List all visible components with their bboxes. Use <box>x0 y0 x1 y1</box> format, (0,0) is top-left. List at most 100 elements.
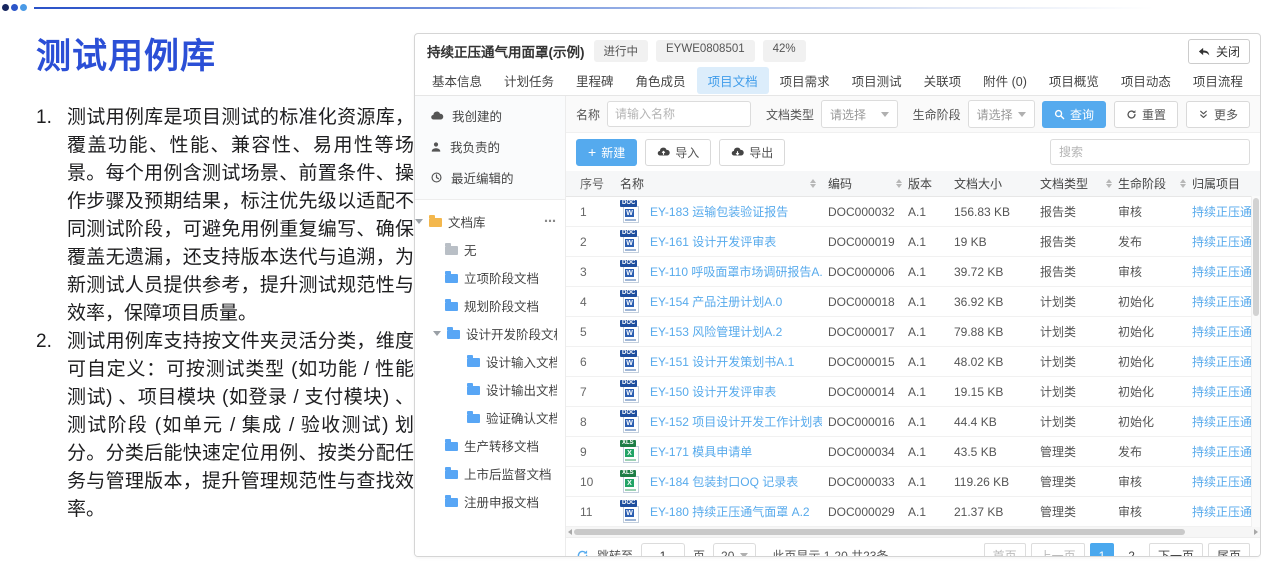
document-name-link[interactable]: EY-161 设计开发评审表 <box>650 233 776 250</box>
tab-active[interactable]: 项目文档 <box>696 67 769 94</box>
sort-icon[interactable] <box>1180 179 1186 188</box>
document-name-link[interactable]: EY-150 设计开发评审表 <box>650 383 776 400</box>
size-cell: 19.15 KB <box>954 384 1004 399</box>
tree-item[interactable]: 设计输出文档 <box>415 375 565 403</box>
pager-button-2[interactable]: 2 <box>1119 543 1144 556</box>
export-button[interactable]: 导出 <box>719 138 786 166</box>
project-link[interactable]: 持续正压通气用面罩(示例) <box>1192 293 1260 310</box>
document-name-link[interactable]: EY-180 持续正压通气面罩 A.2 <box>650 503 810 520</box>
table-header: 序号 名称 编码 版本 文档大小 文档类型 生命阶段 归属项目 <box>566 171 1260 197</box>
column-header[interactable]: 生命阶段 <box>1118 175 1192 192</box>
column-header[interactable]: 文档类型 <box>1040 175 1118 192</box>
project-link[interactable]: 持续正压通气用面罩(示例) <box>1192 263 1260 280</box>
history-icon <box>430 171 443 184</box>
caret-down-icon[interactable] <box>433 330 441 336</box>
lifecycle-select[interactable]: 请选择 <box>967 100 1035 128</box>
tree-item[interactable]: 文档库 ⋯ <box>415 207 565 235</box>
name-filter-input[interactable] <box>607 101 752 127</box>
tab-item[interactable]: 计划任务 <box>493 67 565 94</box>
document-name-link[interactable]: EY-171 模具申请单 <box>650 443 752 460</box>
more-filters-label: 更多 <box>1213 107 1238 122</box>
tab-item[interactable]: 项目流程 <box>1182 67 1254 94</box>
search-button[interactable]: 查询 <box>1041 100 1106 128</box>
folder-icon <box>445 466 458 479</box>
column-header[interactable]: 名称 <box>620 175 828 192</box>
import-button[interactable]: 导入 <box>645 138 712 166</box>
caret-down-icon[interactable] <box>415 218 423 224</box>
more-filters-button[interactable]: 更多 <box>1185 100 1250 128</box>
horizontal-scrollbar-thumb[interactable] <box>574 529 1185 535</box>
tab-item[interactable]: 里程碑 <box>565 67 625 94</box>
tab-item[interactable]: 项目概览 <box>1038 67 1110 94</box>
tab-item[interactable]: 角色成员 <box>625 67 697 94</box>
jump-page-input[interactable] <box>641 542 686 556</box>
tree-item[interactable]: 上市后监督文档 <box>415 459 565 487</box>
refresh-list-icon[interactable] <box>576 549 589 556</box>
document-name-link[interactable]: EY-153 风险管理计划A.2 <box>650 323 782 340</box>
document-name-link[interactable]: EY-110 呼吸面罩市场调研报告A.1 <box>650 263 822 280</box>
file-type-badge: DOC <box>620 380 638 387</box>
code-cell: DOC000033 <box>828 474 895 489</box>
project-link[interactable]: 持续正压通气用面罩(示例) <box>1192 203 1260 220</box>
tree-item[interactable]: 立项阶段文档 <box>415 263 565 291</box>
sort-icon[interactable] <box>810 179 816 188</box>
sidebar-quick-item[interactable]: 最近编辑的 <box>415 162 565 193</box>
tree-item[interactable]: 无 <box>415 235 565 263</box>
project-link[interactable]: 持续正压通气用面罩(示例) <box>1192 413 1260 430</box>
new-document-button[interactable]: + 新建 <box>576 138 638 166</box>
tab-item[interactable]: 关联项 <box>913 67 973 94</box>
tab-item[interactable]: 基本信息 <box>421 67 493 94</box>
tree-item[interactable]: 设计开发阶段文档 <box>415 319 565 347</box>
tree-item[interactable]: 设计输入文档 <box>415 347 565 375</box>
project-cell: 持续正压通气用面罩(示例) <box>1192 473 1260 490</box>
vertical-scrollbar[interactable] <box>1251 196 1260 527</box>
table-search-input[interactable] <box>1050 139 1250 165</box>
tree-item[interactable]: 验证确认文档 <box>415 403 565 431</box>
project-link[interactable]: 持续正压通气用面罩(示例) <box>1192 383 1260 400</box>
pager-button-尾页[interactable]: 尾页 <box>1207 543 1250 556</box>
pager-button-下一页[interactable]: 下一页 <box>1148 543 1203 556</box>
tab-item[interactable]: 项目需求 <box>769 67 841 94</box>
tree-item-label: 设计开发阶段文档 <box>466 327 557 342</box>
project-link[interactable]: 持续正压通气用面罩(示例) <box>1192 443 1260 460</box>
project-link[interactable]: 持续正压通气用面罩(示例) <box>1192 473 1260 490</box>
name-cell: DOC W EY-151 设计开发策划书A.1 <box>620 350 828 373</box>
project-link[interactable]: 持续正压通气用面罩(示例) <box>1192 233 1260 250</box>
horizontal-scrollbar[interactable] <box>566 527 1260 537</box>
doctype-select[interactable]: 请选择 <box>821 100 898 128</box>
excel-file-icon: XLS X <box>620 440 643 463</box>
close-button[interactable]: 关闭 <box>1187 38 1250 64</box>
document-name-link[interactable]: EY-151 设计开发策划书A.1 <box>650 353 794 370</box>
tree-item[interactable]: 生产转移文档 <box>415 431 565 459</box>
tree-item[interactable]: 注册申报文档 <box>415 487 565 515</box>
document-name-link[interactable]: EY-183 运输包装验证报告 <box>650 203 788 220</box>
scroll-left-arrow-icon[interactable] <box>568 529 572 535</box>
sort-icon[interactable] <box>896 179 902 188</box>
document-name-link[interactable]: EY-152 项目设计开发工作计划表A.1 <box>650 413 822 430</box>
excel-file-icon: XLS X <box>620 470 643 493</box>
code-cell: DOC000019 <box>828 234 895 249</box>
tab-item[interactable]: 市场需求 <box>1254 67 1260 94</box>
scroll-right-arrow-icon[interactable] <box>1254 529 1258 535</box>
project-link[interactable]: 持续正压通气用面罩(示例) <box>1192 353 1260 370</box>
project-cell: 持续正压通气用面罩(示例) <box>1192 443 1260 460</box>
project-link[interactable]: 持续正压通气用面罩(示例) <box>1192 503 1260 520</box>
column-header[interactable]: 编码 <box>828 175 908 192</box>
sidebar-quick-item[interactable]: 我负责的 <box>415 131 565 162</box>
tree-item[interactable]: 规划阶段文档 <box>415 291 565 319</box>
vertical-scrollbar-thumb[interactable] <box>1253 198 1259 316</box>
file-app-letter: W <box>625 299 634 308</box>
sort-icon[interactable] <box>1106 179 1112 188</box>
tab-item[interactable]: 附件 (0) <box>972 67 1038 94</box>
document-name-link[interactable]: EY-154 产品注册计划A.0 <box>650 293 782 310</box>
document-name-link[interactable]: EY-184 包装封口OQ 记录表 <box>650 473 798 490</box>
reset-button[interactable]: 重置 <box>1113 100 1178 128</box>
page-size-select[interactable]: 20 <box>713 542 757 556</box>
tab-item[interactable]: 项目动态 <box>1110 67 1182 94</box>
sidebar-quick-item[interactable]: 我创建的 <box>415 100 565 131</box>
tab-item[interactable]: 项目测试 <box>841 67 913 94</box>
lifecycle-cell: 审核 <box>1118 505 1143 519</box>
pager-button-1[interactable]: 1 <box>1089 543 1115 556</box>
project-link[interactable]: 持续正压通气用面罩(示例) <box>1192 323 1260 340</box>
more-actions-icon[interactable]: ⋯ <box>544 214 557 228</box>
